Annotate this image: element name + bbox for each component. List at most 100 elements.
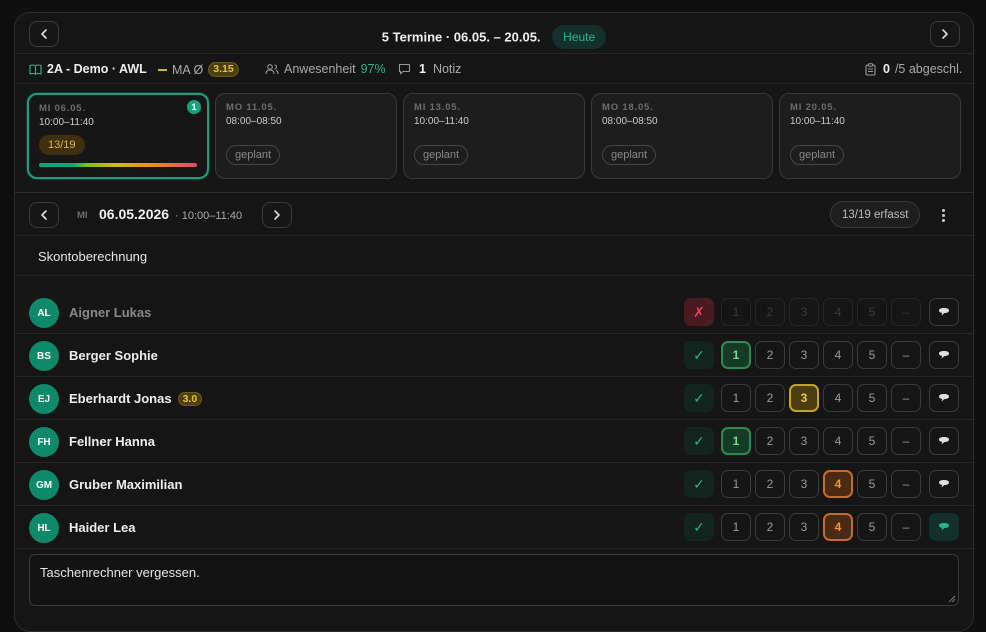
grade-button: 1 xyxy=(721,298,751,326)
session-day: MI 20.05. xyxy=(790,102,837,113)
class-info[interactable]: 2A - Demo · AWL xyxy=(29,62,147,76)
grade-button[interactable]: 4 xyxy=(823,470,853,498)
comment-icon xyxy=(398,63,411,75)
book-icon xyxy=(29,63,42,75)
resize-handle-icon[interactable] xyxy=(948,595,956,603)
speech-bubble-icon xyxy=(939,351,949,359)
session-card[interactable]: MI 13.05. 10:00–11:40 geplant xyxy=(403,93,585,179)
session-card[interactable]: MI 20.05. 10:00–11:40 geplant xyxy=(779,93,961,179)
next-session-button[interactable] xyxy=(262,202,292,228)
grade-button[interactable]: 4 xyxy=(823,384,853,412)
session-status-badge: geplant xyxy=(414,145,469,165)
notes-count: 1 xyxy=(419,62,426,76)
student-name-text: Gruber Maximilian xyxy=(69,477,183,492)
grade-button[interactable]: 1 xyxy=(721,341,751,369)
ma-label: MA Ø xyxy=(172,62,204,77)
more-options-icon[interactable] xyxy=(935,205,951,225)
student-row: EJ Eberhardt Jonas 3.0 ✓ 1 2 3 4 5– xyxy=(15,377,973,420)
grade-button[interactable]: 2 xyxy=(755,384,785,412)
session-status-badge: geplant xyxy=(226,145,281,165)
session-card[interactable]: MO 18.05. 08:00–08:50 geplant xyxy=(591,93,773,179)
speech-bubble-icon xyxy=(939,480,949,488)
recorded-count-badge[interactable]: 13/19 erfasst xyxy=(830,201,921,228)
session-card[interactable]: MI 06.05. 10:00–11:40 13/19 1 xyxy=(27,93,209,179)
note-button[interactable] xyxy=(929,341,959,369)
session-card[interactable]: MO 11.05. 08:00–08:50 geplant xyxy=(215,93,397,179)
grade-none-button[interactable]: – xyxy=(891,341,921,369)
grade-button[interactable]: 3 xyxy=(789,427,819,455)
grade-button[interactable]: 2 xyxy=(755,341,785,369)
student-note-text: Taschenrechner vergessen. xyxy=(40,565,200,580)
grade-button[interactable]: 1 xyxy=(721,513,751,541)
grade-button[interactable]: 5 xyxy=(857,341,887,369)
grade-button[interactable]: 2 xyxy=(755,513,785,541)
student-row: HL Haider Lea ✓ 1 2 3 4 5– xyxy=(15,506,973,549)
grade-button[interactable]: 5 xyxy=(857,470,887,498)
note-button[interactable] xyxy=(929,384,959,412)
session-panel: 5 Termine · 06.05. – 20.05. Heute 2A - D… xyxy=(14,12,974,632)
chevron-left-icon xyxy=(41,210,47,220)
note-button[interactable] xyxy=(929,470,959,498)
grade-none-button[interactable]: – xyxy=(891,427,921,455)
session-time: 10:00–11:40 xyxy=(414,116,469,127)
session-time: 10:00–11:40 xyxy=(39,117,94,128)
note-button[interactable] xyxy=(929,513,959,541)
session-date: 06.05.2026 xyxy=(99,206,170,222)
session-time-range: · 10:00–11:40 xyxy=(175,210,243,222)
grade-button[interactable]: 5 xyxy=(857,384,887,412)
grade-button[interactable]: 4 xyxy=(823,513,853,541)
avatar: AL xyxy=(29,298,59,328)
note-button[interactable] xyxy=(929,427,959,455)
present-toggle[interactable]: ✓ xyxy=(684,427,714,455)
present-toggle[interactable]: ✓ xyxy=(684,513,714,541)
student-name: Aigner Lukas xyxy=(69,305,151,320)
lesson-topic[interactable]: Skontoberechnung xyxy=(15,236,973,276)
speech-bubble-icon xyxy=(939,308,949,316)
grade-button[interactable]: 1 xyxy=(721,470,751,498)
grade-button[interactable]: 2 xyxy=(755,470,785,498)
grade-button[interactable]: 4 xyxy=(823,341,853,369)
session-day: MO 11.05. xyxy=(226,102,278,113)
grade-button[interactable]: 3 xyxy=(789,470,819,498)
info-bar: 2A - Demo · AWL MA Ø 3.15 Anwesenheit 97… xyxy=(15,54,973,84)
closed-info: 0 /5 abgeschl. xyxy=(865,62,962,76)
student-name: Haider Lea xyxy=(69,520,135,535)
notes-info[interactable]: 1 Notiz xyxy=(398,62,461,76)
chevron-right-icon xyxy=(274,210,280,220)
session-time: 10:00–11:40 xyxy=(790,116,845,127)
grade-button[interactable]: 3 xyxy=(789,384,819,412)
present-toggle[interactable]: ✓ xyxy=(684,384,714,412)
grade-button[interactable]: 5 xyxy=(857,513,887,541)
grade-none-button[interactable]: – xyxy=(891,513,921,541)
grade-button[interactable]: 4 xyxy=(823,427,853,455)
grade-button[interactable]: 3 xyxy=(789,341,819,369)
absent-toggle[interactable]: ✗ xyxy=(684,298,714,326)
grade-button: 4 xyxy=(823,298,853,326)
session-weekday: MI xyxy=(77,210,88,221)
chevron-right-icon xyxy=(942,29,948,39)
grade-none-button[interactable]: – xyxy=(891,470,921,498)
avatar: EJ xyxy=(29,384,59,414)
present-toggle[interactable]: ✓ xyxy=(684,470,714,498)
grade-button[interactable]: 1 xyxy=(721,384,751,412)
grade-none-button[interactable]: – xyxy=(891,384,921,412)
session-time: 08:00–08:50 xyxy=(602,116,658,127)
student-note-input[interactable]: Taschenrechner vergessen. xyxy=(29,554,959,606)
attendance-value: 97% xyxy=(360,62,386,76)
present-toggle[interactable]: ✓ xyxy=(684,341,714,369)
note-button[interactable] xyxy=(929,298,959,326)
grade-button[interactable]: 3 xyxy=(789,513,819,541)
ma-value-badge: 3.15 xyxy=(208,62,239,77)
grade-button[interactable]: 5 xyxy=(857,427,887,455)
student-name: Berger Sophie xyxy=(69,348,158,363)
session-day: MI 13.05. xyxy=(414,102,461,113)
student-name-text: Eberhardt Jonas xyxy=(69,391,172,406)
ma-dash-icon xyxy=(158,68,167,71)
next-range-button[interactable] xyxy=(930,21,960,47)
grade-button[interactable]: 1 xyxy=(721,427,751,455)
today-button[interactable]: Heute xyxy=(552,25,607,49)
grade-button[interactable]: 2 xyxy=(755,427,785,455)
student-name: Eberhardt Jonas 3.0 xyxy=(69,391,203,407)
previous-session-button[interactable] xyxy=(29,202,59,228)
student-row: FH Fellner Hanna ✓ 1 2 3 4 5– xyxy=(15,420,973,463)
